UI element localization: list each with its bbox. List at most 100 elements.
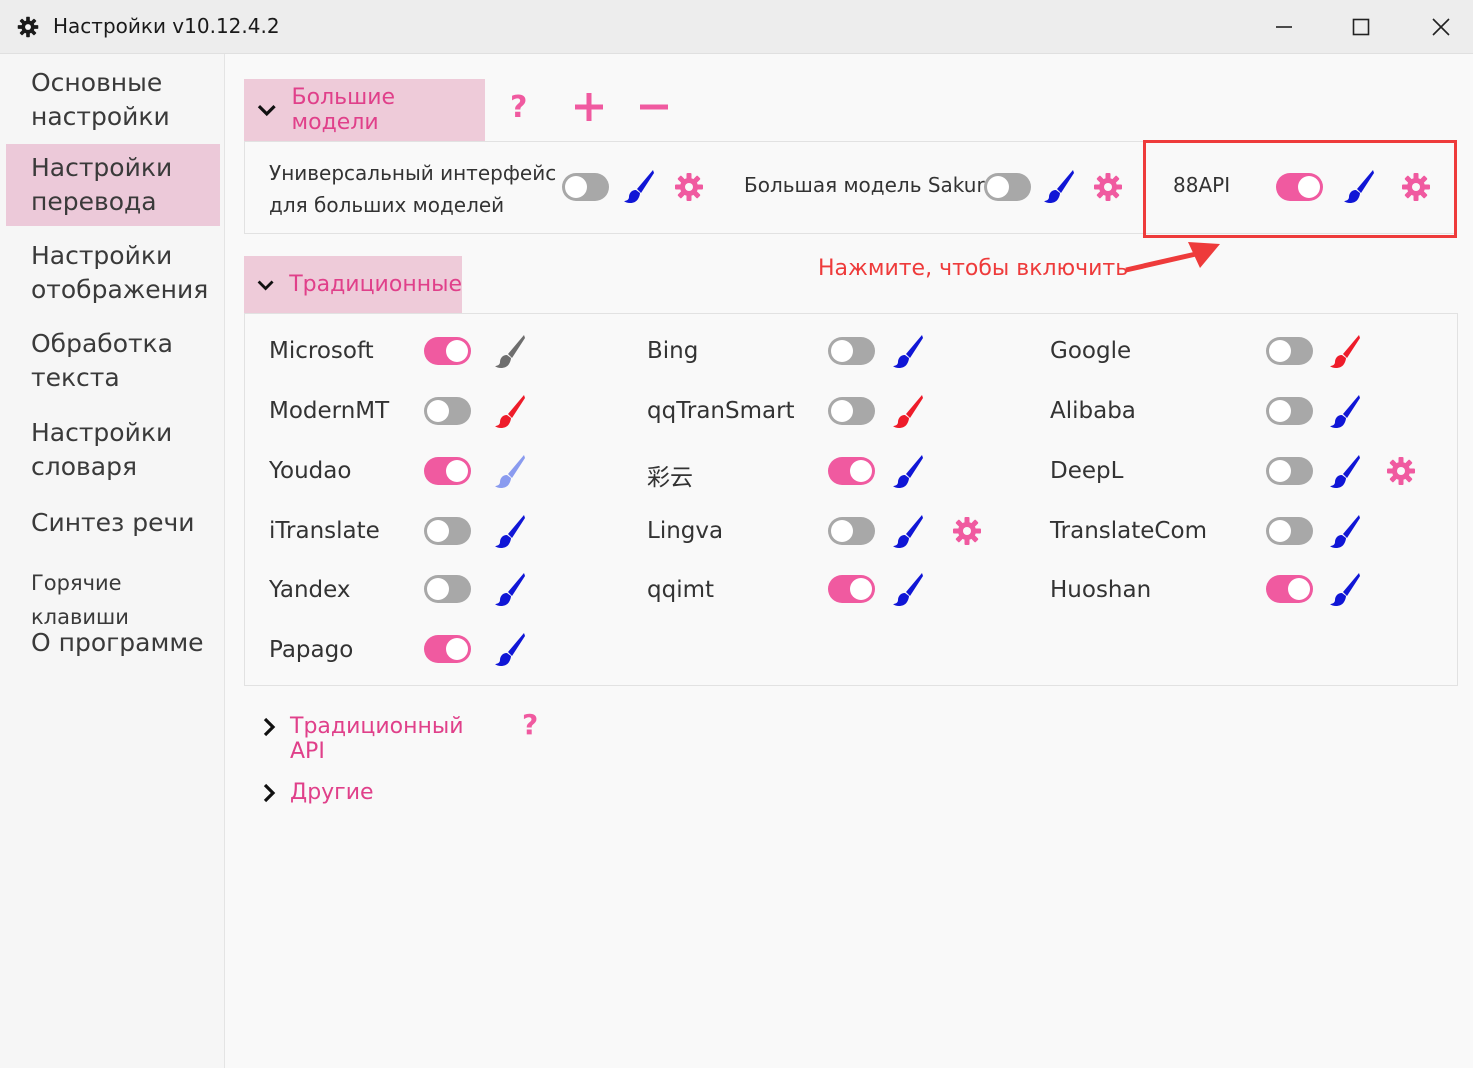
- toggle-bing[interactable]: [828, 337, 875, 365]
- annotation-text: Нажмите, чтобы включить: [818, 256, 1129, 281]
- toggle-caiyun[interactable]: [828, 457, 875, 485]
- sidebar-item-tts[interactable]: Синтез речи: [6, 506, 220, 540]
- toggle-qqimt[interactable]: [828, 575, 875, 603]
- add-model-button[interactable]: [572, 90, 606, 128]
- toggle-microsoft[interactable]: [424, 337, 471, 365]
- maximize-button[interactable]: [1331, 8, 1391, 46]
- brush-icon[interactable]: [892, 513, 924, 549]
- toggle-universal-llm[interactable]: [562, 173, 609, 201]
- sidebar-item-label: отображения: [31, 275, 209, 304]
- plus-icon: [575, 93, 603, 121]
- service-label: Yandex: [269, 577, 351, 603]
- arrow-icon: [1125, 242, 1220, 273]
- sidebar-item-label: текста: [31, 363, 120, 392]
- sidebar-item-label: настройки: [31, 102, 170, 131]
- minus-icon: [640, 104, 668, 110]
- sidebar-item-label: Синтез речи: [31, 508, 195, 537]
- help-button[interactable]: ?: [522, 708, 538, 741]
- brush-icon[interactable]: [1329, 571, 1361, 607]
- service-label: TranslateCom: [1050, 518, 1207, 544]
- toggle-translatecom[interactable]: [1266, 517, 1313, 545]
- section-header-llm[interactable]: Большие модели: [244, 79, 485, 141]
- toggle-qqtransmart[interactable]: [828, 397, 875, 425]
- sidebar-item-translation[interactable]: Настройки перевода: [6, 144, 220, 226]
- sidebar-item-label: Настройки: [31, 153, 173, 182]
- annotation-highlight-box: [1143, 140, 1457, 238]
- toggle-huoshan[interactable]: [1266, 575, 1313, 603]
- toggle-papago[interactable]: [424, 635, 471, 663]
- service-label: Huoshan: [1050, 577, 1152, 603]
- sidebar: Основные настройки Настройки перевода На…: [0, 54, 225, 1068]
- minimize-button[interactable]: [1254, 8, 1314, 46]
- sidebar-item-hotkeys[interactable]: Горячие клавиши: [6, 566, 220, 634]
- brush-icon[interactable]: [1329, 453, 1361, 489]
- toggle-lingva[interactable]: [828, 517, 875, 545]
- maximize-icon: [1352, 18, 1370, 36]
- brush-icon[interactable]: [892, 453, 924, 489]
- service-label: ModernMT: [269, 398, 390, 424]
- question-icon: ?: [522, 708, 539, 741]
- sidebar-item-label: Основные: [31, 68, 163, 97]
- brush-icon[interactable]: [494, 393, 526, 429]
- sidebar-item-label: словаря: [31, 452, 137, 481]
- title-bar: Настройки v10.12.4.2: [0, 0, 1473, 54]
- brush-icon[interactable]: [892, 393, 924, 429]
- toggle-yandex[interactable]: [424, 575, 471, 603]
- gear-icon[interactable]: [1093, 172, 1123, 202]
- sidebar-item-label: Горячие клавиши: [31, 571, 129, 629]
- traditional-panel: [244, 313, 1458, 686]
- section-title: Большие модели: [291, 85, 396, 135]
- service-label: Большая модель Sakura: [744, 173, 997, 197]
- brush-icon[interactable]: [1329, 333, 1361, 369]
- section-header-traditional-api[interactable]: Традиционный API: [254, 708, 494, 764]
- service-label: iTranslate: [269, 518, 380, 544]
- brush-icon[interactable]: [892, 333, 924, 369]
- service-label: DeepL: [1050, 458, 1124, 484]
- sidebar-item-text-processing[interactable]: Обработка текста: [6, 327, 220, 395]
- toggle-deepl[interactable]: [1266, 457, 1313, 485]
- question-icon: ?: [510, 90, 528, 125]
- gear-icon: [17, 16, 39, 38]
- brush-icon[interactable]: [494, 453, 526, 489]
- sidebar-item-label: Настройки: [31, 241, 173, 270]
- sidebar-item-label: Обработка: [31, 329, 173, 358]
- brush-icon[interactable]: [1329, 393, 1361, 429]
- gear-icon[interactable]: [674, 172, 704, 202]
- section-header-traditional[interactable]: Традиционные: [244, 256, 462, 313]
- help-button[interactable]: ?: [510, 90, 527, 125]
- remove-model-button[interactable]: [638, 90, 670, 128]
- chevron-down-icon: [257, 104, 276, 117]
- service-label: Bing: [647, 338, 699, 364]
- service-label: Google: [1050, 338, 1132, 364]
- brush-icon[interactable]: [892, 571, 924, 607]
- brush-icon[interactable]: [623, 168, 655, 204]
- toggle-itranslate[interactable]: [424, 517, 471, 545]
- toggle-youdao[interactable]: [424, 457, 471, 485]
- toggle-alibaba[interactable]: [1266, 397, 1313, 425]
- service-label: 彩云: [647, 465, 693, 491]
- toggle-google[interactable]: [1266, 337, 1313, 365]
- gear-icon[interactable]: [952, 516, 982, 546]
- brush-icon[interactable]: [494, 513, 526, 549]
- sidebar-item-dictionary[interactable]: Настройки словаря: [6, 416, 220, 484]
- close-button[interactable]: [1411, 8, 1471, 46]
- service-label: Papago: [269, 637, 354, 663]
- service-label: Lingva: [647, 518, 724, 544]
- toggle-sakura[interactable]: [984, 173, 1031, 201]
- brush-icon[interactable]: [494, 333, 526, 369]
- sidebar-item-display[interactable]: Настройки отображения: [6, 239, 220, 307]
- service-label: qqTranSmart: [647, 398, 795, 424]
- gear-icon[interactable]: [1386, 456, 1416, 486]
- brush-icon[interactable]: [494, 631, 526, 667]
- section-header-others[interactable]: Другие: [254, 774, 414, 814]
- service-label: Youdao: [269, 458, 352, 484]
- sidebar-item-about[interactable]: О программе: [6, 626, 220, 660]
- brush-icon[interactable]: [1329, 513, 1361, 549]
- section-title: Традиционные: [289, 272, 462, 297]
- service-label: Alibaba: [1050, 398, 1136, 424]
- brush-icon[interactable]: [494, 571, 526, 607]
- toggle-modernmt[interactable]: [424, 397, 471, 425]
- sidebar-item-general[interactable]: Основные настройки: [6, 66, 220, 134]
- brush-icon[interactable]: [1043, 168, 1075, 204]
- window-title: Настройки v10.12.4.2: [53, 14, 280, 38]
